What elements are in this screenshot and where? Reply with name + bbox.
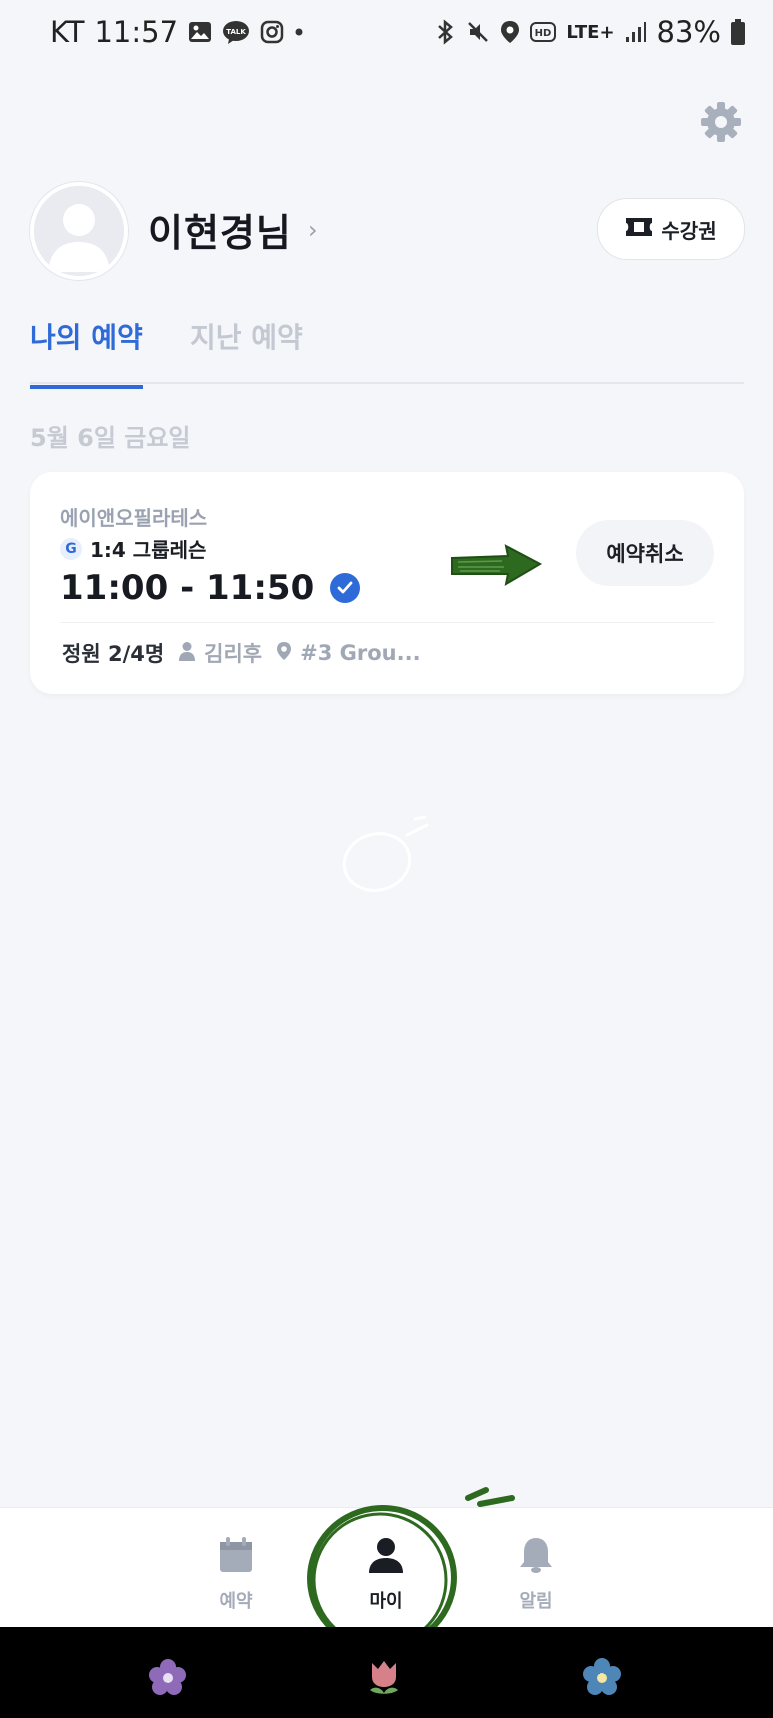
annotation-scribble	[335, 815, 445, 899]
lesson-type: 1:4 그룹레슨	[90, 538, 207, 562]
nav-reserve-label: 예약	[219, 1591, 253, 1612]
blue-flower-icon[interactable]	[580, 1657, 624, 1701]
hd-icon: HD	[530, 22, 557, 42]
pass-button[interactable]: 수강권	[597, 198, 745, 260]
person-icon	[178, 641, 196, 666]
annotation-arrow-icon	[450, 542, 543, 592]
battery-icon	[731, 19, 745, 45]
lesson-time: 11:00 - 11:50	[60, 568, 315, 608]
profile-header: 이현경님 › 수강권	[30, 182, 745, 280]
calendar-icon	[218, 1536, 254, 1579]
avatar[interactable]	[30, 182, 128, 280]
chevron-right-icon[interactable]: ›	[308, 216, 318, 244]
room-name: #3 Grou...	[300, 641, 421, 665]
bluetooth-icon	[434, 19, 456, 45]
lesson-row: G 1:4 그룹레슨	[60, 534, 206, 563]
date-header: 5월 6일 금요일	[30, 424, 191, 452]
talk-icon: TALK	[222, 20, 250, 44]
network-type-label: LTE+	[566, 21, 615, 43]
signal-icon	[625, 21, 647, 43]
tab-past-reservations[interactable]: 지난 예약	[190, 316, 303, 356]
confirmed-check-icon	[330, 573, 361, 603]
clock: 11:57	[94, 15, 179, 49]
status-bar: KT 11:57 TALK HD LTE+ 83%	[0, 0, 773, 64]
mute-icon	[466, 20, 490, 44]
group-badge: G	[60, 537, 82, 560]
card-divider	[60, 622, 714, 623]
reservation-meta: 정원 2/4명 김리후 #3 Grou...	[62, 638, 421, 668]
cancel-reservation-button[interactable]: 예약취소	[576, 520, 714, 586]
reservation-tabs: 나의 예약 지난 예약	[30, 316, 744, 389]
instructor-name: 김리후	[204, 642, 263, 666]
svg-text:TALK: TALK	[226, 28, 246, 36]
pass-button-label: 수강권	[661, 218, 717, 243]
dot-icon	[294, 27, 304, 37]
room-info: #3 Grou...	[276, 641, 421, 666]
nav-reserve[interactable]: 예약	[186, 1536, 286, 1613]
reservation-card[interactable]: 에이앤오필라테스 G 1:4 그룹레슨 11:00 - 11:50 예약취소 정…	[30, 472, 744, 694]
capacity-label: 정원 2/4명	[62, 642, 165, 666]
tab-my-reservations[interactable]: 나의 예약	[30, 316, 143, 389]
tulip-icon[interactable]	[364, 1657, 404, 1701]
ticket-icon	[625, 216, 653, 243]
user-name[interactable]: 이현경님	[148, 202, 292, 257]
location-icon	[500, 20, 520, 44]
instagram-icon	[260, 20, 284, 44]
system-nav-bar	[0, 1627, 773, 1718]
svg-text:HD: HD	[535, 28, 552, 39]
purple-flower-icon[interactable]	[146, 1657, 190, 1701]
instructor-info: 김리후	[178, 638, 262, 668]
settings-gear-icon[interactable]	[699, 100, 743, 144]
battery-percent: 83%	[656, 15, 721, 49]
map-pin-icon	[276, 641, 292, 666]
lesson-time-row: 11:00 - 11:50	[60, 568, 361, 608]
gallery-icon	[188, 21, 212, 43]
carrier-label: KT	[50, 15, 85, 49]
studio-name: 에이앤오필라테스	[60, 506, 208, 530]
